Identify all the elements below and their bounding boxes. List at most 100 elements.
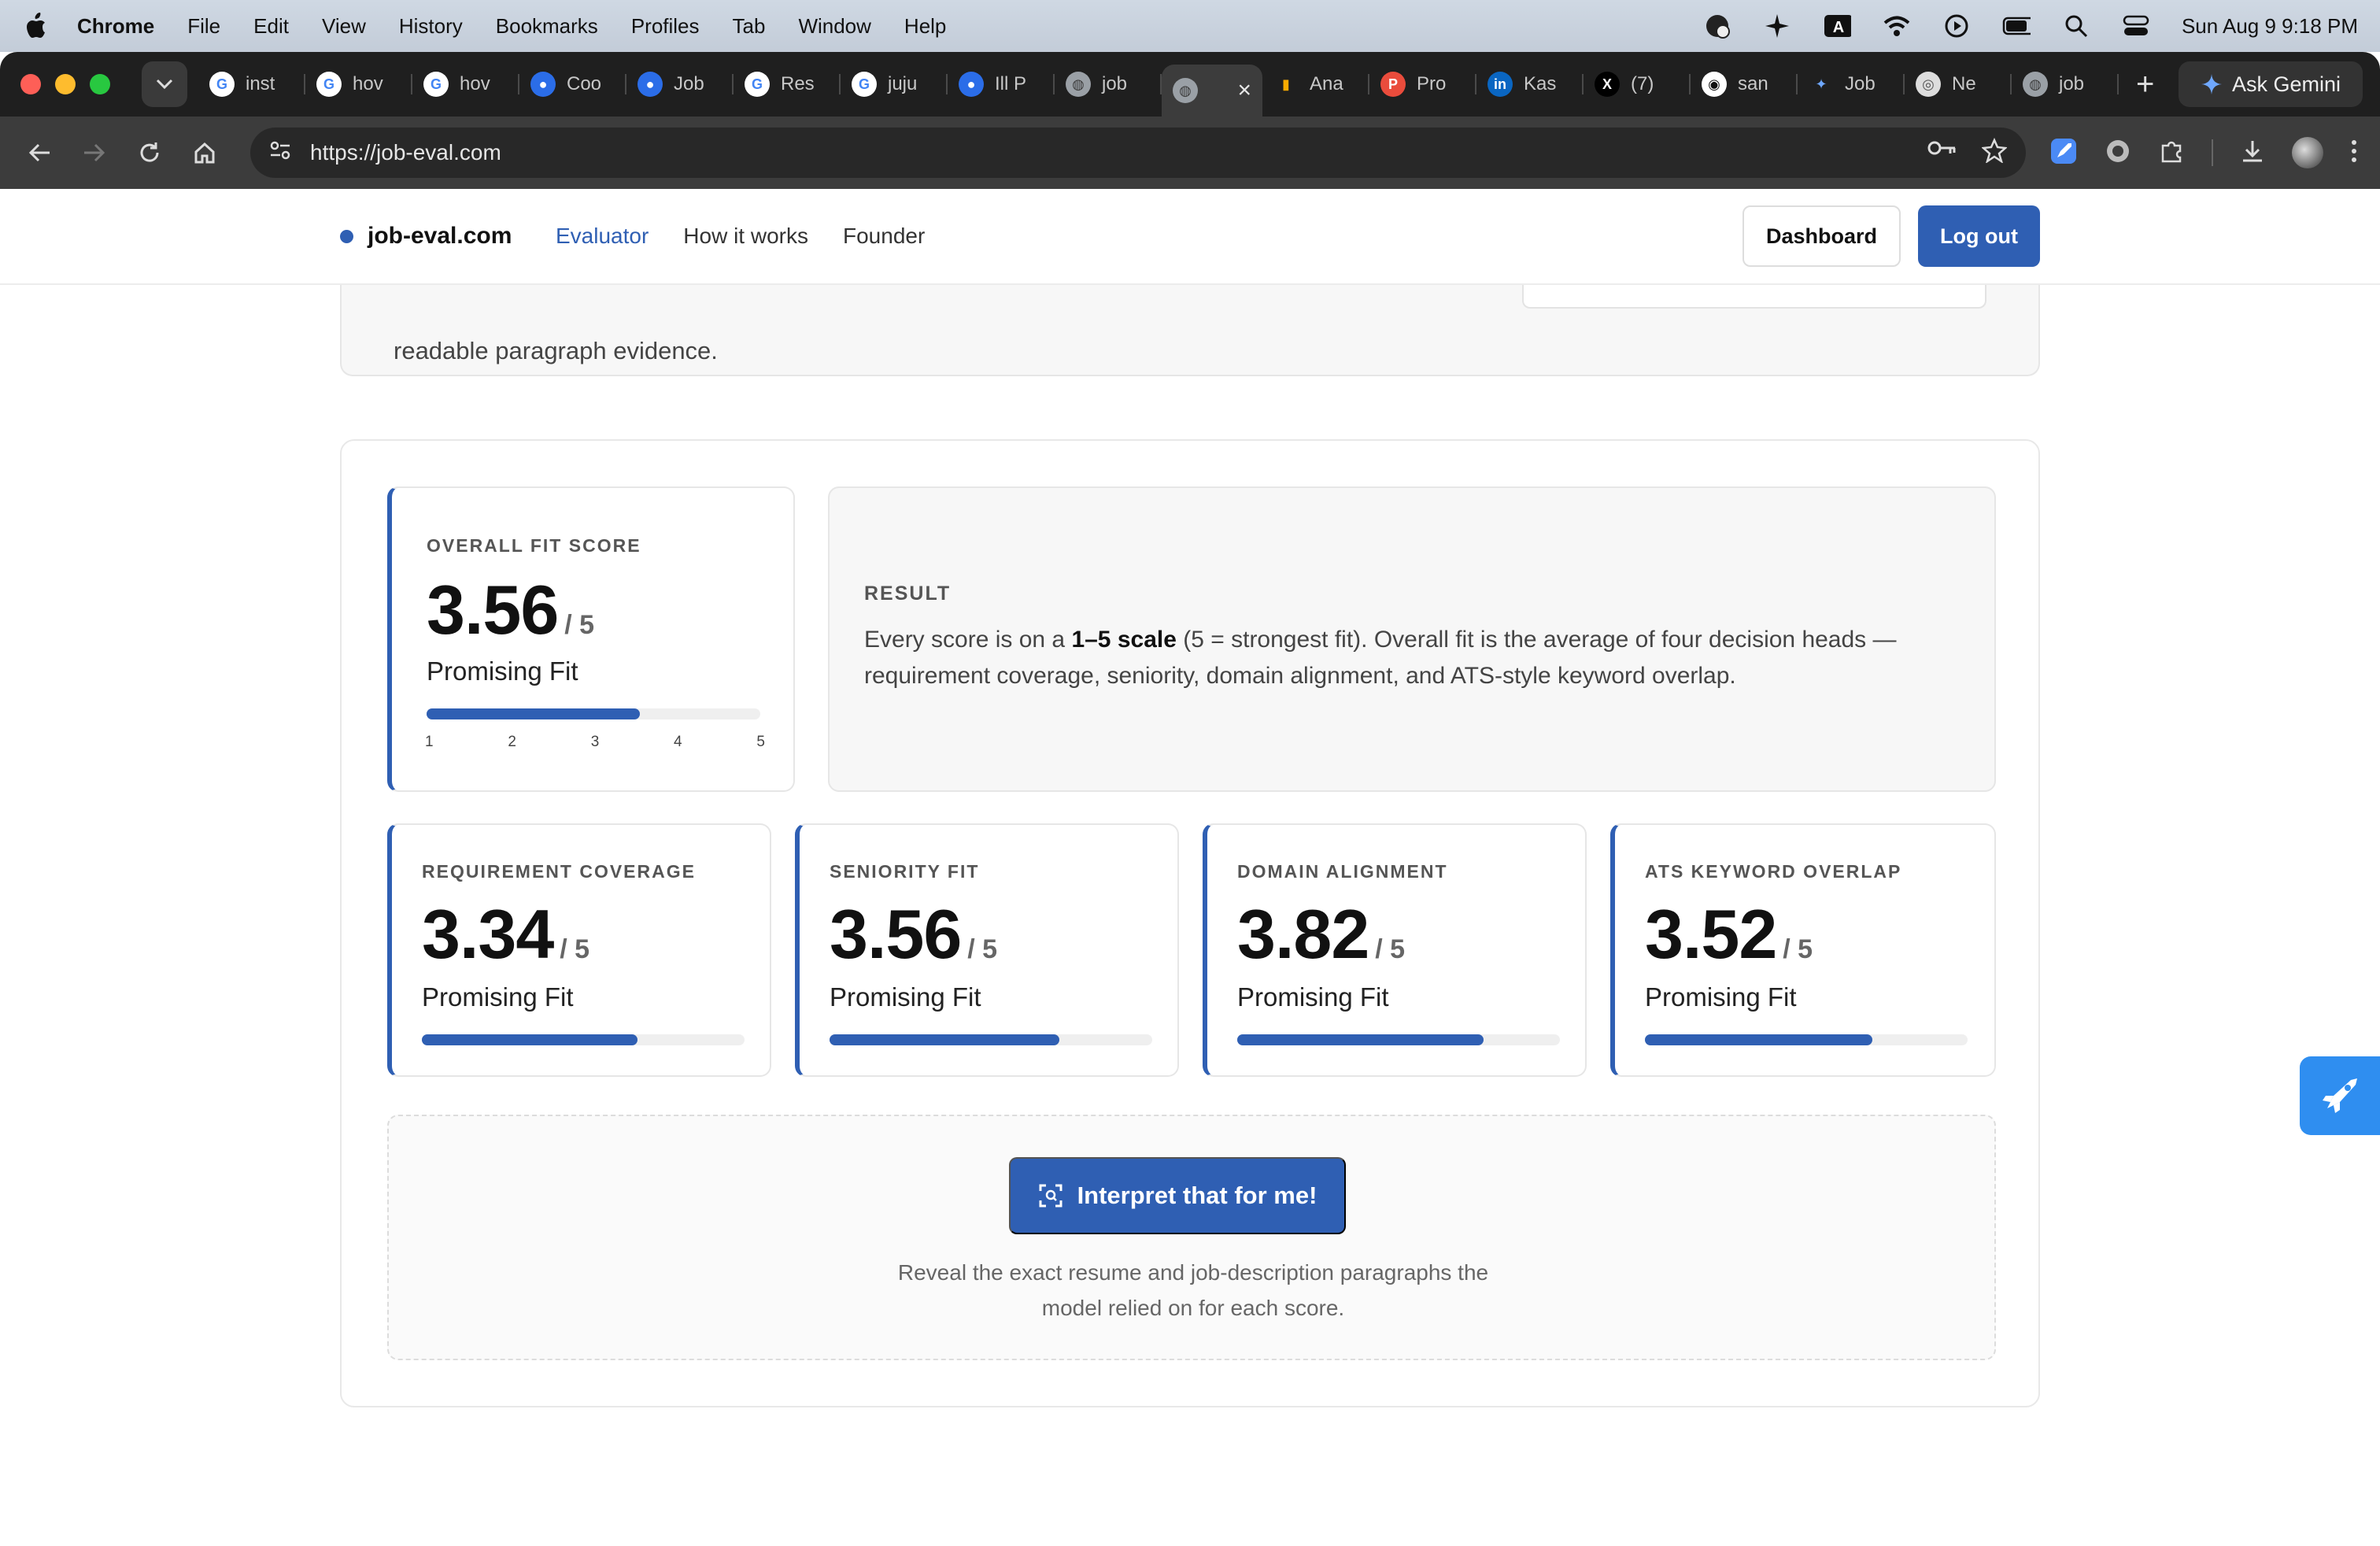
browser-tab[interactable]: ✦ Job [1798, 61, 1905, 107]
menubar-clock[interactable]: Sun Aug 9 9:18 PM [2182, 14, 2358, 39]
puzzle-extensions-icon[interactable] [2158, 138, 2185, 168]
browser-tab[interactable]: Ghov [305, 61, 412, 107]
overall-fit-out-of: / 5 [564, 610, 595, 640]
notification-badge-icon[interactable] [1703, 12, 1731, 40]
menu-window[interactable]: Window [798, 14, 870, 39]
browser-tab[interactable]: ● Coo [519, 61, 626, 107]
menu-edit[interactable]: Edit [253, 14, 289, 39]
browser-tab[interactable]: X (7) [1584, 61, 1691, 107]
toolbar-divider [2212, 139, 2213, 166]
web-page: readable paragraph evidence. job-eval.co… [0, 189, 2380, 1546]
gemini-icon [2201, 74, 2222, 94]
battery-icon[interactable] [2002, 12, 2031, 40]
password-key-icon[interactable] [1927, 138, 1958, 168]
wifi-icon[interactable] [1883, 12, 1911, 40]
url-text[interactable]: https://job-eval.com [310, 140, 1927, 165]
close-window-button[interactable] [20, 74, 41, 94]
tab-title: Coo [567, 73, 602, 94]
tab-title: Res [781, 73, 815, 94]
github-icon: ◉ [1702, 72, 1727, 97]
tab-list: Ginst Ghov Ghov ● Coo ● Job G Res Gjuju ● Ill P ◍ job… [198, 52, 2119, 117]
browser-tab[interactable]: Ginst [198, 61, 305, 107]
menu-bookmarks[interactable]: Bookmarks [496, 14, 598, 39]
control-center-icon[interactable] [2122, 12, 2150, 40]
browser-tab[interactable]: ● Ill P [948, 61, 1055, 107]
x-icon: X [1595, 72, 1620, 97]
menu-tab[interactable]: Tab [733, 14, 766, 39]
nav-how-it-works[interactable]: How it works [683, 224, 808, 249]
browser-tab[interactable]: P Pro [1369, 61, 1476, 107]
tab-search-button[interactable] [142, 61, 187, 107]
browser-tab[interactable]: ◍ job [2012, 61, 2119, 107]
play-icon[interactable] [1942, 12, 1971, 40]
address-bar[interactable]: https://job-eval.com [250, 128, 2026, 178]
back-arrow-icon[interactable] [22, 135, 57, 170]
head-bar [422, 1034, 745, 1045]
browser-tab[interactable]: ◉ san [1691, 61, 1798, 107]
browser-toolbar: https://job-eval.com [0, 117, 2380, 189]
site-settings-icon[interactable] [269, 140, 291, 166]
interpret-button[interactable]: Interpret that for me! [1009, 1157, 1346, 1234]
menu-profiles[interactable]: Profiles [631, 14, 700, 39]
head-label: ATS KEYWORD OVERLAP [1645, 861, 1902, 882]
scale-tick: 5 [756, 734, 765, 750]
site-logo[interactable]: job-eval.com [340, 223, 512, 250]
domain-alignment-card: DOMAIN ALIGNMENT 3.82 / 5 Promising Fit [1203, 823, 1587, 1077]
browser-tab[interactable]: in Kas [1476, 61, 1584, 107]
tab-active[interactable]: ◍ × [1162, 65, 1262, 117]
menu-history[interactable]: History [399, 14, 463, 39]
nav-founder[interactable]: Founder [843, 224, 925, 249]
more-menu-icon[interactable] [2350, 139, 2358, 168]
logout-button[interactable]: Log out [1918, 205, 2040, 267]
browser-tab[interactable]: Gjuju [841, 61, 948, 107]
head-bar-fill [830, 1034, 1059, 1045]
head-bar-fill [1237, 1034, 1484, 1045]
bookmark-star-icon[interactable] [1981, 137, 2008, 168]
result-explanation-box: RESULT Every score is on a 1–5 scale (5 … [828, 486, 1996, 792]
menu-view[interactable]: View [322, 14, 366, 39]
spotlight-search-icon[interactable] [2062, 12, 2090, 40]
ask-gemini-button[interactable]: Ask Gemini [2179, 61, 2363, 107]
rocket-side-widget[interactable] [2300, 1056, 2380, 1135]
browser-tab[interactable]: ◎ Ne [1905, 61, 2012, 107]
tab-title: san [1738, 73, 1768, 94]
header-actions: Dashboard Log out [1743, 205, 2040, 267]
browser-tab[interactable]: Ghov [412, 61, 519, 107]
head-out-of: / 5 [967, 934, 998, 964]
home-icon[interactable] [187, 135, 222, 170]
forward-arrow-icon[interactable] [77, 135, 112, 170]
tab-title: Ne [1952, 73, 1976, 94]
browser-tab[interactable]: ● Job [626, 61, 734, 107]
reload-icon[interactable] [132, 135, 167, 170]
keyboard-input-icon[interactable]: A [1823, 12, 1851, 40]
new-tab-button[interactable]: + [2136, 67, 2154, 102]
scale-tick: 2 [508, 734, 516, 750]
minimize-window-button[interactable] [55, 74, 76, 94]
browser-tab[interactable]: ◍ job [1055, 61, 1162, 107]
shield-extension-icon[interactable] [2105, 138, 2131, 168]
rocket-extension-icon[interactable] [2049, 137, 2078, 169]
head-score: 3.52 [1645, 895, 1777, 973]
menu-file[interactable]: File [187, 14, 220, 39]
zoom-window-button[interactable] [90, 74, 110, 94]
sparkle-icon[interactable] [1763, 12, 1791, 40]
download-icon[interactable] [2240, 139, 2265, 168]
head-score: 3.56 [830, 895, 962, 973]
browser-tab[interactable]: ▮ Ana [1262, 61, 1369, 107]
profile-avatar[interactable] [2292, 137, 2323, 168]
menu-chrome[interactable]: Chrome [77, 14, 154, 39]
previous-section-text: readable paragraph evidence. [394, 337, 718, 364]
browser-tab[interactable]: G Res [734, 61, 841, 107]
head-label: SENIORITY FIT [830, 861, 980, 882]
app-icon: ● [530, 72, 556, 97]
nav-evaluator[interactable]: Evaluator [556, 224, 649, 249]
ats-keyword-overlap-card: ATS KEYWORD OVERLAP 3.52 / 5 Promising F… [1610, 823, 1996, 1077]
apple-icon[interactable] [22, 13, 49, 39]
dashboard-button[interactable]: Dashboard [1743, 205, 1901, 267]
close-tab-icon[interactable]: × [1237, 77, 1251, 104]
head-label: DOMAIN ALIGNMENT [1237, 861, 1448, 882]
menu-help[interactable]: Help [904, 14, 946, 39]
brand-name: job-eval.com [368, 223, 512, 249]
head-out-of: / 5 [560, 934, 590, 964]
overall-fit-score: 3.56 [427, 571, 559, 649]
